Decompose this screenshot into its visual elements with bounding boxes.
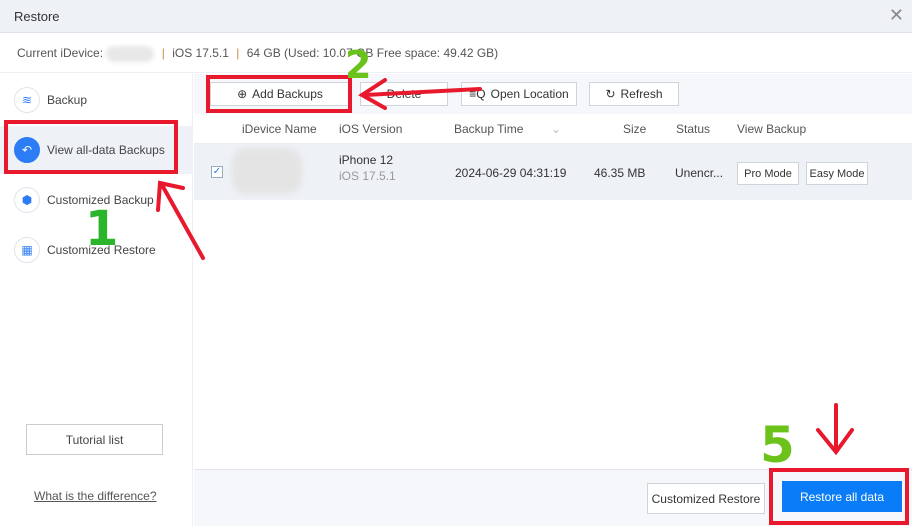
chevron-down-icon[interactable]: ⌄ bbox=[551, 122, 561, 136]
footer: Customized Restore Restore all data bbox=[194, 469, 912, 526]
table-row[interactable]: ✓ iPhone 12 iOS 17.5.1 2024-06-29 04:31:… bbox=[194, 144, 912, 200]
pro-mode-button[interactable]: Pro Mode bbox=[737, 162, 799, 185]
window-title: Restore bbox=[14, 9, 60, 24]
toolbar: ⊕ Add Backups Delete ≡Q Open Location ↻ Ref… bbox=[194, 74, 912, 114]
close-icon[interactable]: ✕ bbox=[889, 5, 904, 26]
device-name-redacted bbox=[106, 46, 155, 62]
title-bar: Restore ✕ bbox=[0, 0, 912, 33]
sidebar-item-customized-backup[interactable]: ⬢ Customized Backup bbox=[0, 176, 193, 224]
backup-table: iDevice Name iOS Version Backup Time ⌄ S… bbox=[194, 114, 912, 469]
sidebar: ≋ Backup ↶ View all-data Backups ⬢ Custo… bbox=[0, 74, 193, 526]
table-header: iDevice Name iOS Version Backup Time ⌄ S… bbox=[194, 114, 912, 144]
grid-icon: ▦ bbox=[14, 237, 40, 263]
plus-circle-icon: ⊕ bbox=[237, 87, 248, 101]
sidebar-item-view-all-data-backups[interactable]: ↶ View all-data Backups bbox=[0, 126, 193, 174]
layers-icon: ≋ bbox=[14, 87, 40, 113]
device-name-redacted bbox=[232, 148, 302, 194]
cube-icon: ⬢ bbox=[14, 187, 40, 213]
sort-backup-time[interactable]: Backup Time bbox=[454, 122, 523, 136]
main-panel: ⊕ Add Backups Delete ≡Q Open Location ↻ Ref… bbox=[194, 74, 912, 526]
sidebar-item-backup[interactable]: ≋ Backup bbox=[0, 76, 193, 124]
row-checkbox[interactable]: ✓ bbox=[211, 166, 223, 178]
device-storage: 64 GB (Used: 10.07 GB Free space: 49.42 … bbox=[246, 46, 499, 61]
undo-arrow-icon: ↶ bbox=[14, 137, 40, 163]
sidebar-item-customized-restore[interactable]: ▦ Customized Restore bbox=[0, 226, 193, 274]
folder-search-icon: ≡Q bbox=[469, 87, 486, 101]
tutorial-list-button[interactable]: Tutorial list bbox=[26, 424, 163, 455]
easy-mode-button[interactable]: Easy Mode bbox=[806, 162, 868, 185]
device-ios: iOS 17.5.1 bbox=[172, 46, 229, 61]
refresh-icon: ↻ bbox=[605, 87, 616, 101]
refresh-button[interactable]: ↻ Refresh bbox=[589, 82, 679, 106]
open-location-button[interactable]: ≡Q Open Location bbox=[461, 82, 577, 106]
restore-all-data-button[interactable]: Restore all data bbox=[782, 481, 902, 512]
customized-restore-button[interactable]: Customized Restore bbox=[647, 483, 765, 514]
device-info: Current iDevice: | iOS 17.5.1 | 64 GB (U… bbox=[0, 33, 912, 73]
device-label: Current iDevice: bbox=[17, 46, 104, 61]
delete-button[interactable]: Delete bbox=[360, 82, 448, 106]
difference-link[interactable]: What is the difference? bbox=[34, 489, 157, 503]
add-backups-button[interactable]: ⊕ Add Backups bbox=[210, 82, 350, 106]
